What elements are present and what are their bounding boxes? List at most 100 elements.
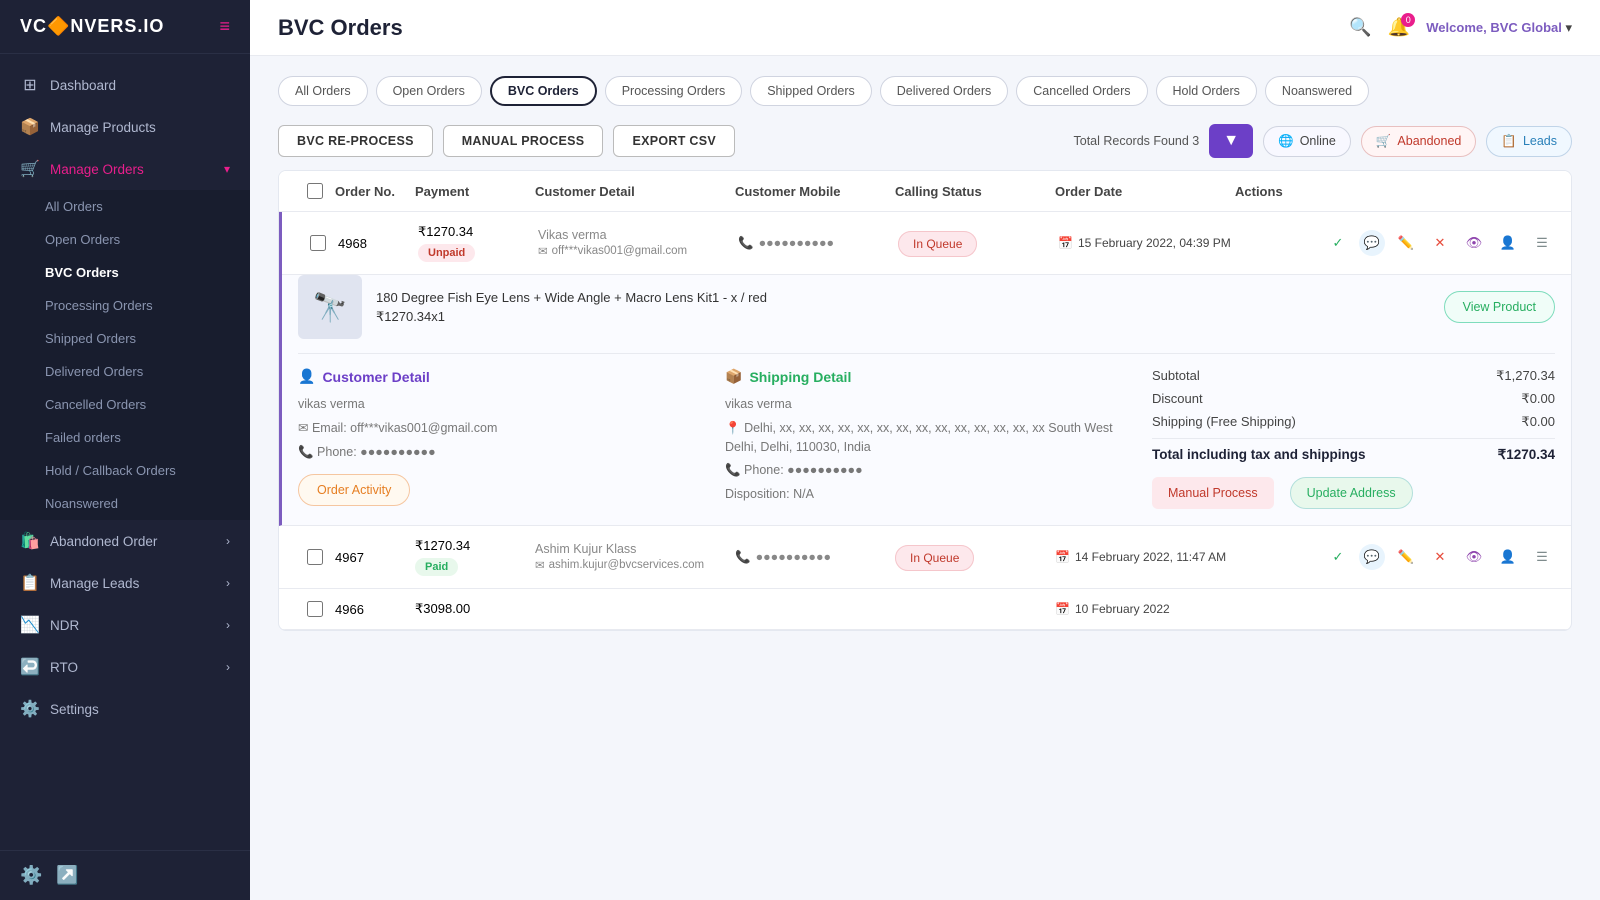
sidebar-item-processing-orders[interactable]: Processing Orders xyxy=(0,289,250,322)
approve-icon[interactable]: ✓ xyxy=(1325,230,1351,256)
sidebar-item-noanswered[interactable]: Noanswered xyxy=(0,487,250,520)
tab-hold-orders[interactable]: Hold Orders xyxy=(1156,76,1257,106)
col-actions: Actions xyxy=(1235,184,1555,199)
list-icon[interactable]: ☰ xyxy=(1529,230,1555,256)
chevron-right-icon: › xyxy=(226,660,230,674)
user-icon[interactable]: 👤 xyxy=(1495,544,1521,570)
sidebar-item-all-orders[interactable]: All Orders xyxy=(0,190,250,223)
hamburger-icon[interactable]: ≡ xyxy=(219,16,230,37)
calendar-icon: 📅 xyxy=(1055,550,1070,564)
topbar: BVC Orders 🔍 🔔 0 Welcome, BVC Global ▾ xyxy=(250,0,1600,56)
eye-icon[interactable]: 👁 xyxy=(1461,230,1487,256)
tab-all-orders[interactable]: All Orders xyxy=(278,76,368,106)
tab-delivered-orders[interactable]: Delivered Orders xyxy=(880,76,1008,106)
sidebar-item-manage-products[interactable]: 📦 Manage Products xyxy=(0,106,250,148)
sidebar-item-open-orders[interactable]: Open Orders xyxy=(0,223,250,256)
leads-label: Leads xyxy=(1523,134,1557,148)
sidebar-item-label: Manage Leads xyxy=(50,576,139,591)
sidebar-item-failed-orders[interactable]: Failed orders xyxy=(0,421,250,454)
welcome-text[interactable]: Welcome, BVC Global ▾ xyxy=(1426,20,1572,36)
sidebar-item-label: Abandoned Order xyxy=(50,534,157,549)
sidebar-item-dashboard[interactable]: ⊞ Dashboard xyxy=(0,64,250,106)
online-channel-button[interactable]: 🌐 Online xyxy=(1263,126,1351,157)
shipping-row: Shipping (Free Shipping) ₹0.00 xyxy=(1152,414,1555,430)
sidebar-item-rto[interactable]: ↩️ RTO › xyxy=(0,646,250,688)
tab-bvc-orders[interactable]: BVC Orders xyxy=(490,76,597,106)
user-section-icon: 👤 xyxy=(298,368,315,385)
update-address-btn[interactable]: Update Address xyxy=(1290,477,1413,509)
col-payment: Payment xyxy=(415,184,535,199)
filter-button[interactable]: ▼ xyxy=(1209,124,1253,158)
phone-icon: 📞 xyxy=(738,236,754,251)
notification-bell[interactable]: 🔔 0 xyxy=(1388,17,1410,38)
customer-mobile-cell: 📞 ●●●●●●●●●● xyxy=(735,550,895,565)
order-number: 4967 xyxy=(335,550,415,565)
sidebar-item-settings[interactable]: ⚙️ Settings xyxy=(0,688,250,730)
tab-processing-orders[interactable]: Processing Orders xyxy=(605,76,743,106)
product-info: 180 Degree Fish Eye Lens + Wide Angle + … xyxy=(376,290,767,325)
sidebar-item-abandoned-order[interactable]: 🛍️ Abandoned Order › xyxy=(0,520,250,562)
chevron-right-icon: › xyxy=(226,534,230,548)
discount-row: Discount ₹0.00 xyxy=(1152,391,1555,407)
tab-open-orders[interactable]: Open Orders xyxy=(376,76,482,106)
sidebar: VC🔶NVERS.IO ≡ ⊞ Dashboard 📦 Manage Produ… xyxy=(0,0,250,900)
tab-shipped-orders[interactable]: Shipped Orders xyxy=(750,76,872,106)
tab-cancelled-orders[interactable]: Cancelled Orders xyxy=(1016,76,1147,106)
sidebar-item-shipped-orders[interactable]: Shipped Orders xyxy=(0,322,250,355)
footer-logout-icon[interactable]: ↗️ xyxy=(56,865,78,886)
row-checkbox[interactable] xyxy=(307,549,323,565)
customer-email-detail: ✉ Email: off***vikas001@gmail.com xyxy=(298,419,701,438)
col-calling-status: Calling Status xyxy=(895,184,1055,199)
sidebar-item-bvc-orders[interactable]: BVC Orders xyxy=(0,256,250,289)
chat-icon[interactable]: 💬 xyxy=(1359,544,1385,570)
export-csv-button[interactable]: EXPORT CSV xyxy=(613,125,735,157)
sidebar-item-cancelled-orders[interactable]: Cancelled Orders xyxy=(0,388,250,421)
list-icon[interactable]: ☰ xyxy=(1529,544,1555,570)
logo-area: VC🔶NVERS.IO ≡ xyxy=(0,0,250,54)
product-price: ₹1270.34x1 xyxy=(376,309,767,325)
edit-icon[interactable]: ✏️ xyxy=(1393,230,1419,256)
edit-icon[interactable]: ✏️ xyxy=(1393,544,1419,570)
select-all-checkbox[interactable] xyxy=(307,183,323,199)
chevron-right-icon: › xyxy=(226,576,230,590)
close-icon[interactable]: ✕ xyxy=(1427,230,1453,256)
sidebar-item-hold-orders[interactable]: Hold / Callback Orders xyxy=(0,454,250,487)
user-icon[interactable]: 👤 xyxy=(1495,230,1521,256)
email-detail-icon: ✉ xyxy=(298,421,308,435)
close-icon[interactable]: ✕ xyxy=(1427,544,1453,570)
shipping-disposition: Disposition: N/A xyxy=(725,485,1128,504)
leads-channel-button[interactable]: 📋 Leads xyxy=(1486,126,1572,157)
row-checkbox[interactable] xyxy=(307,601,323,617)
sidebar-item-manage-leads[interactable]: 📋 Manage Leads › xyxy=(0,562,250,604)
total-row: Total including tax and shippings ₹1270.… xyxy=(1152,447,1555,463)
sidebar-item-ndr[interactable]: 📉 NDR › xyxy=(0,604,250,646)
leads-icon: 📋 xyxy=(20,573,40,593)
view-product-button[interactable]: View Product xyxy=(1444,291,1555,323)
chat-icon[interactable]: 💬 xyxy=(1359,230,1385,256)
bvc-reprocess-button[interactable]: BVC RE-PROCESS xyxy=(278,125,433,157)
subtotal-row: Subtotal ₹1,270.34 xyxy=(1152,368,1555,384)
sidebar-item-manage-orders[interactable]: 🛒 Manage Orders ▾ xyxy=(0,148,250,190)
customer-phone-detail: 📞 Phone: ●●●●●●●●●● xyxy=(298,443,701,462)
leads-icon: 📋 xyxy=(1501,134,1517,149)
eye-icon[interactable]: 👁 xyxy=(1461,544,1487,570)
manual-process-button[interactable]: MANUAL PROCESS xyxy=(443,125,604,157)
sidebar-item-label: Dashboard xyxy=(50,78,116,93)
sidebar-nav: ⊞ Dashboard 📦 Manage Products 🛒 Manage O… xyxy=(0,54,250,850)
payment-cell: ₹1270.34 Paid xyxy=(415,538,535,576)
content-area: All Orders Open Orders BVC Orders Proces… xyxy=(250,56,1600,900)
footer-settings-icon[interactable]: ⚙️ xyxy=(20,865,42,886)
tab-noanswered[interactable]: Noanswered xyxy=(1265,76,1369,106)
customer-name: Vikas verma xyxy=(538,228,738,242)
order-activity-button[interactable]: Order Activity xyxy=(298,474,410,506)
search-icon[interactable]: 🔍 xyxy=(1349,17,1371,38)
manual-process-btn[interactable]: Manual Process xyxy=(1152,477,1274,509)
order-date-cell: 📅 15 February 2022, 04:39 PM xyxy=(1058,236,1238,250)
calendar-icon: 📅 xyxy=(1055,602,1070,616)
row-checkbox[interactable] xyxy=(310,235,326,251)
product-name: 180 Degree Fish Eye Lens + Wide Angle + … xyxy=(376,290,767,305)
abandoned-channel-button[interactable]: 🛒 Abandoned xyxy=(1361,126,1477,157)
app-logo: VC🔶NVERS.IO xyxy=(20,16,164,37)
approve-icon[interactable]: ✓ xyxy=(1325,544,1351,570)
sidebar-item-delivered-orders[interactable]: Delivered Orders xyxy=(0,355,250,388)
